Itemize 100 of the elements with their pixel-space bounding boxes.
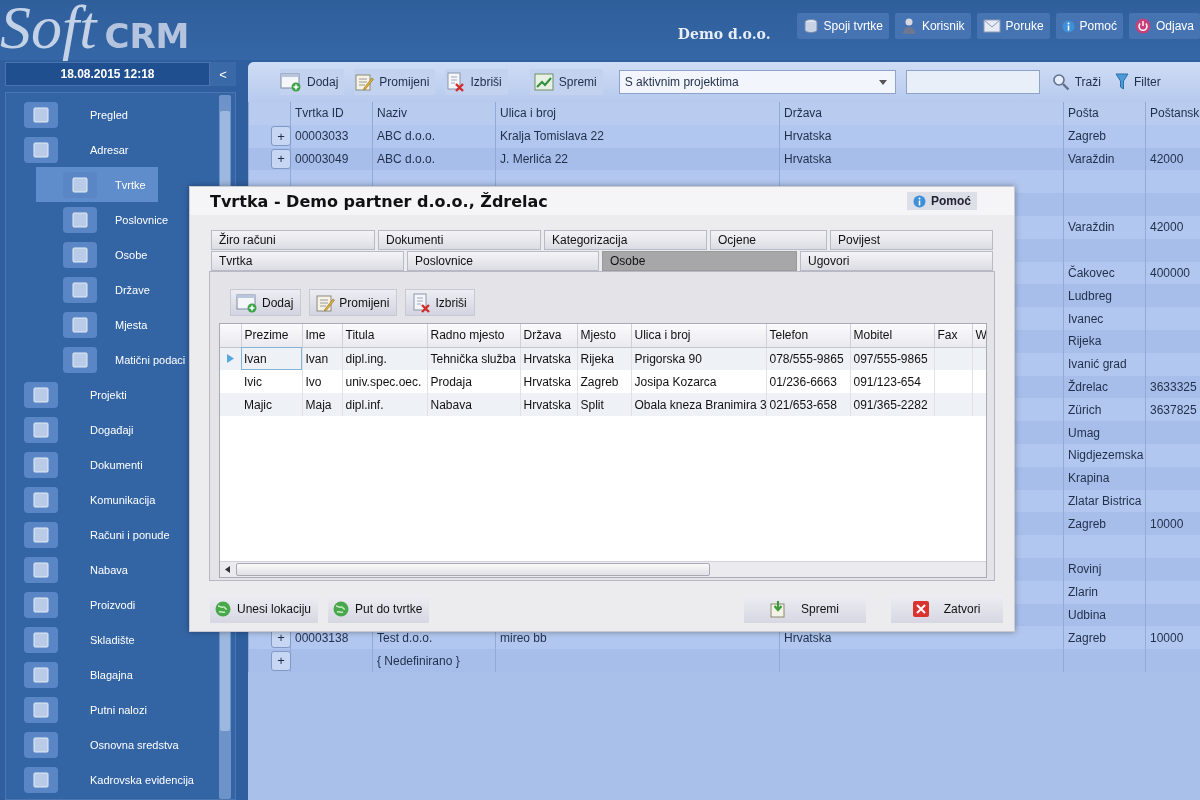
table-cell: Prodaja <box>430 374 472 389</box>
column-header[interactable]: Ime <box>302 324 342 347</box>
header-button[interactable]: Odjava <box>1128 13 1200 39</box>
table-cell: Ivanec <box>1068 311 1104 326</box>
menu-item[interactable]: Adresar <box>24 132 129 167</box>
column-header[interactable]: Mobitel <box>850 324 934 347</box>
menu-item[interactable]: Pregled <box>24 97 128 132</box>
table-cell: 00003049 <box>295 152 349 166</box>
database-icon <box>802 18 819 34</box>
menu-item[interactable]: Događaji <box>24 412 134 447</box>
column-header[interactable]: Ulica i broj <box>631 324 766 347</box>
toolbar-button[interactable]: Izbriši <box>405 289 475 316</box>
table-cell: Split <box>580 397 604 412</box>
table-cell: Ivo <box>305 374 322 389</box>
menu-item[interactable]: Mjesta <box>63 307 148 342</box>
table-cell: Zagreb <box>580 374 619 389</box>
menu-item[interactable]: Dokumenti <box>24 447 143 482</box>
menu-item[interactable]: Komunikacija <box>24 482 156 517</box>
expand-button[interactable]: + <box>271 126 291 147</box>
column-header[interactable]: Država <box>779 102 1064 125</box>
menu-item[interactable]: Skladište <box>24 622 135 657</box>
menu-item[interactable]: Projekti <box>24 377 127 412</box>
header-button[interactable]: Korisnik <box>894 13 971 39</box>
menu-item[interactable]: Proizvodi <box>24 587 136 622</box>
tab[interactable]: Povijest <box>830 230 993 250</box>
table-cell: dipl.inf. <box>345 397 384 412</box>
menu-item[interactable]: Nabava <box>24 552 128 587</box>
column-header[interactable]: Telefon <box>766 324 850 347</box>
table-cell: mireo bb <box>500 630 547 645</box>
column-header[interactable]: Fax <box>934 324 972 347</box>
menu-item[interactable]: Blagajna <box>24 657 133 692</box>
toolbar-button[interactable]: Dodaj <box>230 289 302 316</box>
header-button[interactable]: Pomoć <box>1055 13 1123 39</box>
tab[interactable]: Dokumenti <box>378 230 541 250</box>
tab[interactable]: Ugovori <box>800 251 993 271</box>
footer-button[interactable]: Unesi lokaciju <box>210 595 319 623</box>
toolbar-button[interactable]: Izbriši <box>445 69 508 95</box>
table-cell: 01/236-6663 <box>769 374 837 389</box>
column-header[interactable]: Radno mjesto <box>427 324 520 347</box>
delete-document-icon <box>445 72 466 92</box>
toolbar-button[interactable]: Dodaj <box>280 69 345 95</box>
menu-item[interactable]: Poslovnice <box>63 202 169 237</box>
header-button[interactable]: Poruke <box>976 13 1050 39</box>
column-header[interactable]: Naziv <box>372 102 496 125</box>
table-cell: Ludbreg <box>1068 288 1113 303</box>
column-header[interactable]: Pošta <box>1063 102 1146 125</box>
row-pointer-icon <box>227 354 234 364</box>
expand-button[interactable]: + <box>271 650 291 671</box>
help-button[interactable]: Pomoć <box>907 192 977 210</box>
expand-button[interactable]: + <box>271 149 291 169</box>
table-cell: Rovinj <box>1068 562 1102 577</box>
footer-button[interactable]: Put do tvrtke <box>328 595 430 623</box>
menu-item[interactable]: Putni nalozi <box>24 692 147 727</box>
table-cell: Tehnička služba <box>430 351 516 366</box>
tab[interactable]: Osobe <box>602 251 797 271</box>
search-field[interactable] <box>905 70 1040 94</box>
table-cell: ABC d.o.o. <box>377 152 436 166</box>
filter-button[interactable]: Filter <box>1112 69 1163 95</box>
menu-item[interactable]: Osnovna sredstva <box>24 727 179 762</box>
column-header[interactable]: Mjesto <box>577 324 631 347</box>
table-cell: Varaždin <box>1068 220 1115 235</box>
table-cell: Test d.o.o. <box>377 630 433 645</box>
tile-icon <box>24 136 58 163</box>
tile-icon <box>24 101 58 128</box>
tab[interactable]: Žiro računi <box>211 230 375 250</box>
table-cell: Nabava <box>430 397 472 412</box>
footer-button[interactable]: Spremi <box>744 595 866 623</box>
column-header[interactable]: Ulica i broj <box>495 102 780 125</box>
tab[interactable]: Kategorizacija <box>544 230 707 250</box>
table-cell: Majic <box>244 397 272 412</box>
collapse-button[interactable]: < <box>210 62 236 86</box>
filter-dropdown[interactable]: S aktivnim projektima <box>618 70 896 94</box>
menu-item[interactable]: Osobe <box>63 237 148 272</box>
column-header[interactable]: Tvrtka ID <box>290 102 373 125</box>
tab[interactable]: Tvrtka <box>211 251 404 271</box>
tab[interactable]: Ocjene <box>710 230 827 250</box>
tab[interactable]: Poslovnice <box>407 251 599 271</box>
table-cell: Hrvatska <box>523 351 571 366</box>
chart-icon <box>533 73 554 91</box>
tile-icon <box>63 241 97 268</box>
table-cell: Zürich <box>1068 402 1102 417</box>
table-cell: Zagreb <box>1068 516 1107 531</box>
header-button[interactable]: Spoji tvrtke <box>796 13 889 39</box>
menu-item[interactable]: Matični podaci <box>63 342 186 377</box>
toolbar-button[interactable]: Promijeni <box>309 289 398 316</box>
tile-icon <box>63 311 97 338</box>
column-header[interactable]: Država <box>520 324 577 347</box>
menu-item[interactable]: Države <box>63 272 150 307</box>
toolbar-button[interactable]: Spremi <box>529 69 603 95</box>
search-button[interactable]: Traži <box>1049 69 1103 95</box>
footer-button[interactable]: Zatvori <box>891 595 1003 623</box>
toolbar-button[interactable]: Promijeni <box>354 69 436 95</box>
tile-icon <box>24 521 58 548</box>
column-header[interactable]: Titula <box>342 324 427 347</box>
scrollbar[interactable] <box>220 561 986 577</box>
table-cell: Ivanić grad <box>1068 357 1127 372</box>
column-header[interactable]: Prezime <box>241 324 302 347</box>
tile-icon <box>24 416 58 443</box>
menu-item[interactable]: Kadrovska evidencija <box>24 762 194 797</box>
menu-item[interactable]: Računi i ponude <box>24 517 170 552</box>
